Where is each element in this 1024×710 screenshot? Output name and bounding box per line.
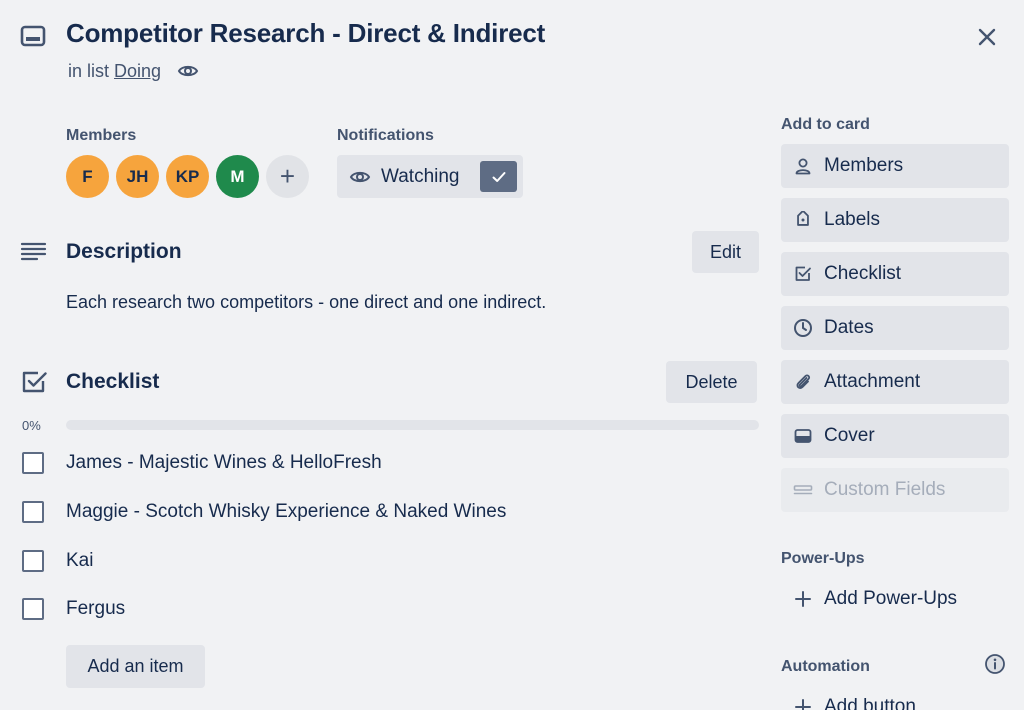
sidebar-button-label: Members bbox=[824, 155, 904, 176]
avatar[interactable]: JH bbox=[116, 155, 159, 198]
list-prefix: in list bbox=[68, 60, 110, 81]
sidebar-button-label: Attachment bbox=[824, 371, 921, 392]
eye-icon bbox=[349, 166, 371, 188]
sidebar-cover-button[interactable]: Cover bbox=[781, 414, 1009, 458]
clock-icon bbox=[793, 318, 813, 338]
sidebar-members-button[interactable]: Members bbox=[781, 144, 1009, 188]
delete-checklist-button[interactable]: Delete bbox=[666, 361, 757, 403]
checklist-item-checkbox[interactable] bbox=[22, 598, 44, 620]
add-to-card-label: Add to card bbox=[781, 116, 870, 133]
avatar[interactable]: KP bbox=[166, 155, 209, 198]
checklist-item-checkbox[interactable] bbox=[22, 501, 44, 523]
check-icon bbox=[480, 161, 517, 192]
description-text[interactable]: Each research two competitors - one dire… bbox=[66, 292, 546, 313]
checklist-item[interactable]: Maggie - Scotch Whisky Experience & Nake… bbox=[22, 501, 506, 523]
list-location: in list Doing bbox=[68, 60, 199, 82]
sidebar-button-label: Custom Fields bbox=[824, 479, 946, 500]
checklist-item-label[interactable]: Maggie - Scotch Whisky Experience & Nake… bbox=[66, 501, 506, 523]
description-title: Description bbox=[66, 240, 182, 263]
add-checklist-item-button[interactable]: Add an item bbox=[66, 645, 205, 688]
checklist-item-checkbox[interactable] bbox=[22, 452, 44, 474]
cover-icon bbox=[793, 426, 813, 446]
checklist-icon bbox=[21, 369, 49, 397]
checklist-title: Checklist bbox=[66, 370, 160, 393]
sidebar-button-label: Cover bbox=[824, 425, 875, 446]
checklist-progress-bar bbox=[66, 420, 759, 430]
sidebar-attachment-button[interactable]: Attachment bbox=[781, 360, 1009, 404]
checkbox-icon bbox=[793, 264, 813, 284]
sidebar-checklist-button[interactable]: Checklist bbox=[781, 252, 1009, 296]
sidebar-dates-button[interactable]: Dates bbox=[781, 306, 1009, 350]
automation-label: Automation bbox=[781, 658, 870, 675]
add-powerups-button[interactable]: Add Power-Ups bbox=[781, 588, 957, 610]
checklist-item-checkbox[interactable] bbox=[22, 550, 44, 572]
add-automation-button[interactable]: Add button bbox=[781, 696, 916, 710]
sidebar-button-label: Dates bbox=[824, 317, 874, 338]
avatar[interactable]: M bbox=[216, 155, 259, 198]
checklist-item-label[interactable]: Fergus bbox=[66, 598, 125, 620]
card-icon bbox=[20, 24, 46, 48]
checklist-progress-percent: 0% bbox=[22, 418, 41, 433]
checklist-item-label[interactable]: Kai bbox=[66, 550, 93, 572]
edit-description-button[interactable]: Edit bbox=[692, 231, 759, 273]
person-icon bbox=[793, 156, 813, 176]
sidebar-labels-button[interactable]: Labels bbox=[781, 198, 1009, 242]
close-icon bbox=[978, 28, 996, 46]
card-title: Competitor Research - Direct & Indirect bbox=[66, 18, 546, 48]
add-powerups-label: Add Power-Ups bbox=[824, 588, 958, 609]
notifications-label: Notifications bbox=[337, 127, 434, 144]
watch-button[interactable]: Watching bbox=[337, 155, 523, 198]
custom-fields-icon bbox=[793, 480, 813, 500]
sidebar-custom-fields-button[interactable]: Custom Fields bbox=[781, 468, 1009, 512]
paperclip-icon bbox=[793, 372, 813, 392]
member-avatars: F JH KP M + bbox=[66, 155, 309, 198]
avatar[interactable]: F bbox=[66, 155, 109, 198]
add-automation-label: Add button bbox=[824, 696, 916, 710]
plus-icon bbox=[793, 697, 813, 710]
close-button[interactable] bbox=[970, 20, 1004, 54]
description-icon bbox=[20, 239, 48, 267]
checklist-item[interactable]: Kai bbox=[22, 550, 93, 572]
eye-icon[interactable] bbox=[177, 60, 199, 82]
members-label: Members bbox=[66, 127, 137, 144]
checklist-item[interactable]: Fergus bbox=[22, 598, 125, 620]
powerups-label: Power-Ups bbox=[781, 550, 865, 567]
checklist-item[interactable]: James - Majestic Wines & HelloFresh bbox=[22, 452, 382, 474]
info-icon[interactable] bbox=[984, 653, 1006, 675]
sidebar-button-label: Labels bbox=[824, 209, 880, 230]
checklist-item-label[interactable]: James - Majestic Wines & HelloFresh bbox=[66, 452, 382, 474]
list-link[interactable]: Doing bbox=[114, 61, 161, 82]
plus-icon bbox=[793, 589, 813, 609]
watch-label: Watching bbox=[381, 165, 460, 187]
tag-icon bbox=[793, 210, 813, 230]
sidebar-button-label: Checklist bbox=[824, 263, 902, 284]
add-member-button[interactable]: + bbox=[266, 155, 309, 198]
